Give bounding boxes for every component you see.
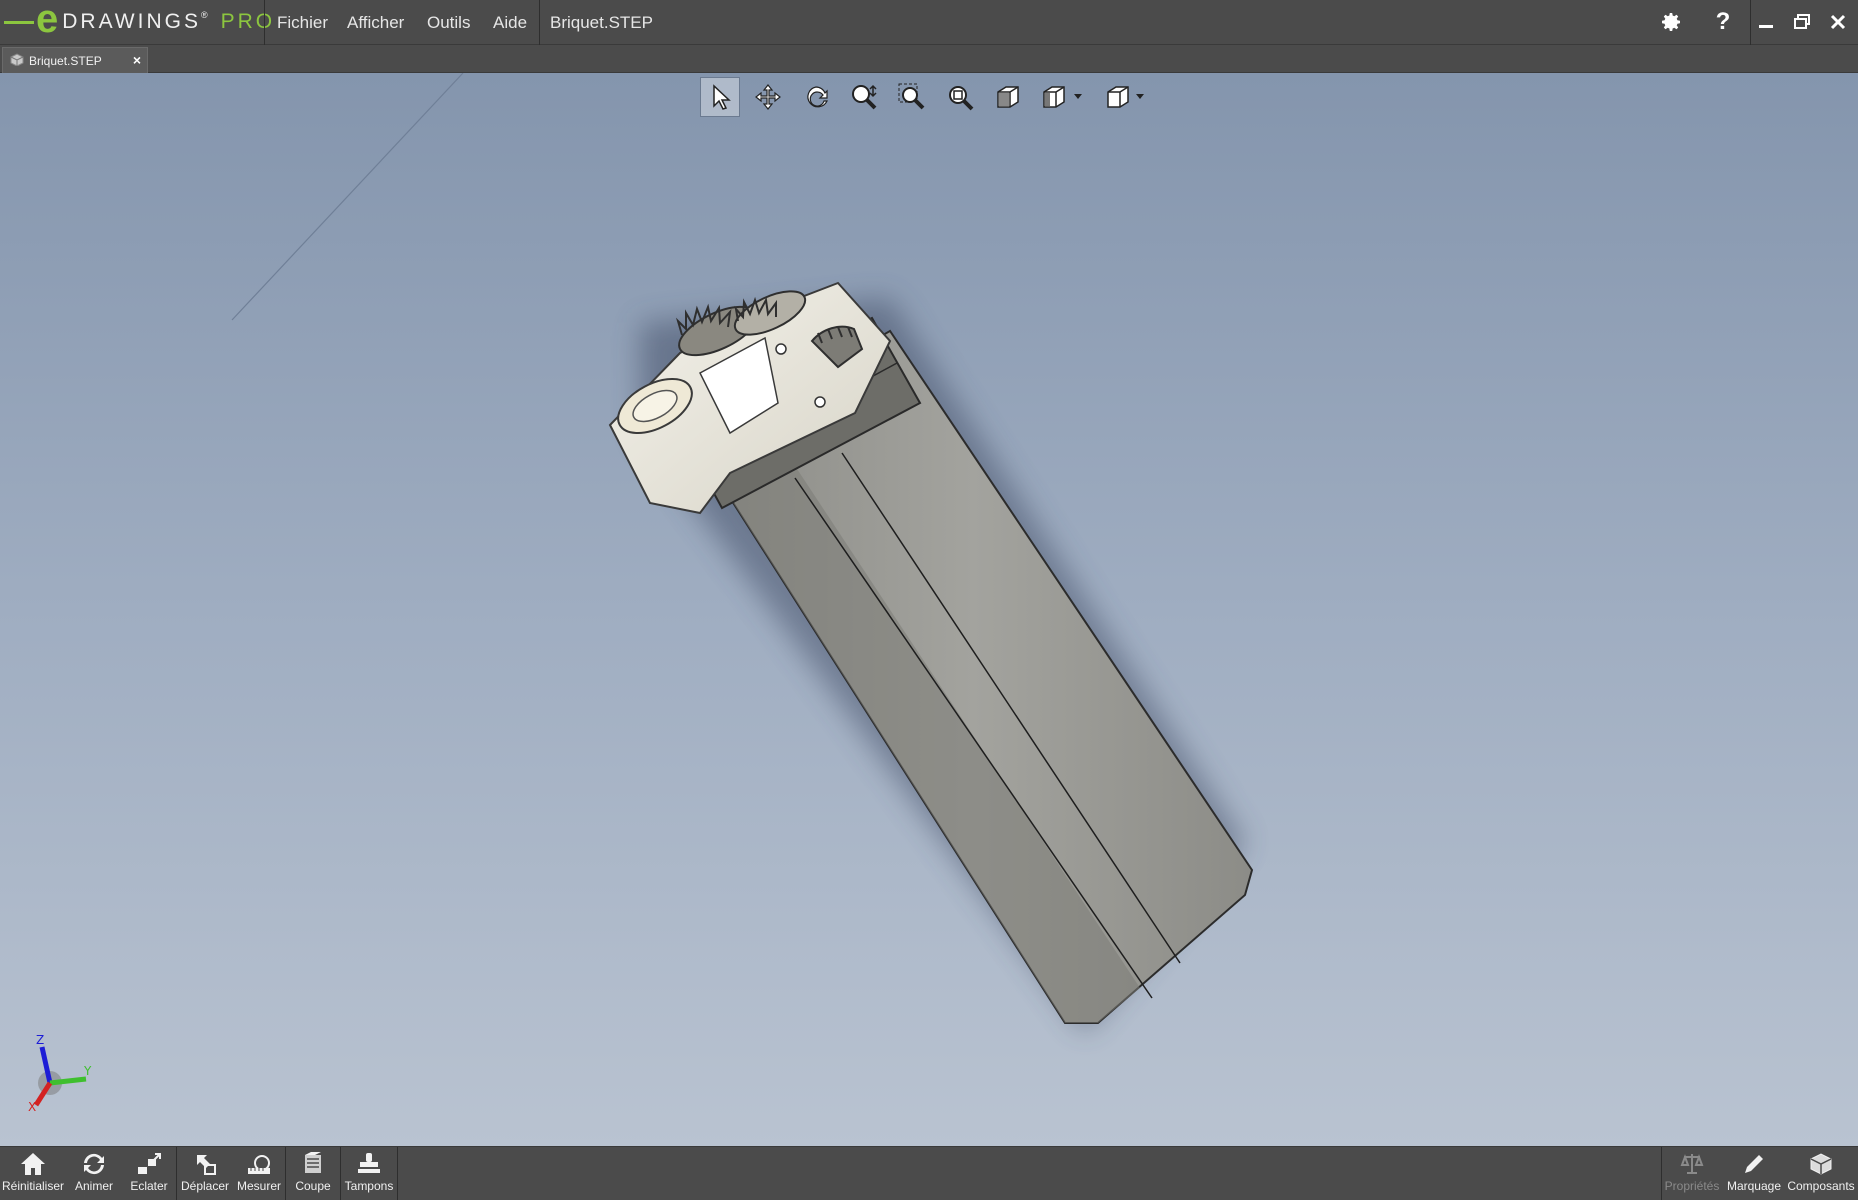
properties-button[interactable]: Propriétés [1662, 1147, 1722, 1200]
menu-separator [539, 0, 540, 45]
reset-label: Réinitialiser [1, 1179, 65, 1193]
properties-label: Propriétés [1664, 1179, 1720, 1193]
measure-icon [248, 1155, 270, 1174]
logo-arrow-icon [4, 20, 34, 24]
head-rivet [814, 396, 826, 408]
restore-icon[interactable] [1784, 4, 1820, 40]
triad-x-label: X [28, 1100, 36, 1113]
section-label: Coupe [295, 1179, 331, 1193]
stamp-icon [358, 1153, 380, 1173]
bottom-toolbar: Réinitialiser Animer Eclater Déplacer Me… [0, 1146, 1858, 1200]
markup-button[interactable]: Marquage [1722, 1147, 1786, 1200]
triad-z-label: Z [36, 1033, 44, 1047]
pencil-icon [1745, 1155, 1763, 1173]
tab-close-icon[interactable]: × [133, 52, 141, 68]
3d-viewport[interactable]: Z Y X [0, 73, 1858, 1146]
explode-button[interactable]: Eclater [122, 1147, 176, 1200]
menu-aide[interactable]: Aide [493, 0, 527, 45]
minimize-icon[interactable] [1748, 4, 1784, 40]
edrawings-logo: e DRAWINGS® PRO [4, 0, 276, 42]
menu-afficher[interactable]: Afficher [347, 0, 404, 45]
components-label: Composants [1787, 1179, 1855, 1193]
measure-button[interactable]: Mesurer [233, 1147, 285, 1200]
components-icon [1810, 1153, 1832, 1175]
logo-e: e [36, 0, 59, 41]
settings-gear-icon[interactable] [1653, 4, 1689, 40]
tab-briquet-step[interactable]: Briquet.STEP × [2, 47, 148, 73]
logo-pro: PRO [220, 10, 276, 33]
toolbar-separator [397, 1147, 398, 1200]
assembly-file-icon [9, 52, 25, 69]
head-rivet [775, 343, 787, 355]
markup-label: Marquage [1726, 1179, 1782, 1193]
move-button[interactable]: Déplacer [177, 1147, 233, 1200]
section-icon [305, 1152, 321, 1173]
logo-registered-mark: ® [200, 10, 211, 20]
logo-brand-text: DRAWINGS [62, 10, 201, 33]
animate-icon [84, 1153, 104, 1175]
components-button[interactable]: Composants [1786, 1147, 1856, 1200]
measure-label: Mesurer [236, 1179, 281, 1193]
menu-fichier[interactable]: Fichier [277, 0, 328, 45]
move-component-icon [197, 1155, 216, 1175]
axis-triad: Z Y X [28, 1033, 92, 1113]
title-bar: e DRAWINGS® PRO Fichier Afficher Outils … [0, 0, 1858, 45]
section-button[interactable]: Coupe [286, 1147, 340, 1200]
close-window-icon[interactable] [1820, 4, 1856, 40]
document-title: Briquet.STEP [550, 13, 653, 32]
move-label: Déplacer [180, 1179, 230, 1193]
explode-label: Eclater [130, 1179, 168, 1193]
menu-outils[interactable]: Outils [427, 0, 470, 45]
stamps-label: Tampons [344, 1179, 394, 1193]
menu-separator [264, 0, 265, 45]
lighter-3d-model[interactable] [0, 73, 1858, 1146]
stamps-button[interactable]: Tampons [341, 1147, 397, 1200]
help-icon[interactable]: ? [1705, 4, 1741, 40]
triad-y-label: Y [83, 1064, 92, 1078]
home-icon [21, 1153, 45, 1175]
scales-icon [1680, 1154, 1704, 1174]
explode-icon [138, 1153, 161, 1174]
document-tab-strip: Briquet.STEP × [0, 45, 1858, 73]
reset-button[interactable]: Réinitialiser [0, 1147, 66, 1200]
animate-label: Animer [74, 1179, 113, 1193]
logo-brand: DRAWINGS® [62, 10, 210, 34]
animate-button[interactable]: Animer [66, 1147, 122, 1200]
tab-label: Briquet.STEP [29, 53, 102, 68]
